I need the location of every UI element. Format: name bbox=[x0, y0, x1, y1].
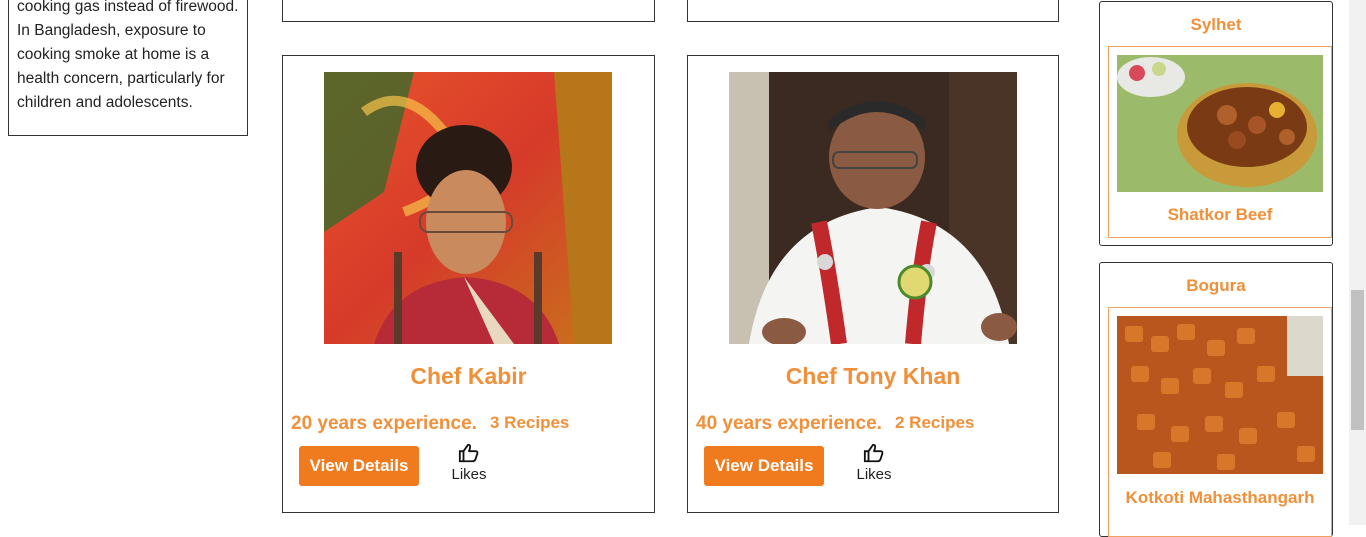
chef-experience: 40 years experience. bbox=[696, 413, 882, 434]
dish-name: Shatkor Beef bbox=[1167, 205, 1273, 224]
previous-card-stub bbox=[282, 0, 655, 22]
thumbs-up-icon[interactable] bbox=[863, 442, 885, 464]
scrollbar-thumb[interactable] bbox=[1351, 290, 1364, 430]
dish-photo bbox=[1117, 55, 1323, 192]
chef-name: Chef Kabir bbox=[410, 363, 527, 389]
chef-recipe-count: 2 Recipes bbox=[895, 413, 975, 432]
like-control[interactable]: Likes bbox=[854, 442, 894, 483]
view-details-button[interactable]: View Details bbox=[299, 446, 419, 486]
likes-label: Likes bbox=[856, 466, 892, 483]
intro-card: cooking gas instead of firewood. In Bang… bbox=[8, 0, 248, 136]
page-scrollbar[interactable] bbox=[1349, 0, 1366, 525]
dish-photo bbox=[1117, 316, 1323, 474]
dish-box[interactable]: Shatkor Beef bbox=[1108, 46, 1332, 238]
likes-label: Likes bbox=[451, 466, 487, 483]
region-card[interactable]: Bogura Kotkoti Mahasthangarh bbox=[1099, 262, 1333, 537]
region-card[interactable]: Sylhet Shatkor Beef bbox=[1099, 1, 1333, 246]
chef-recipe-count: 3 Recipes bbox=[490, 413, 570, 432]
chef-card: Chef Tony Khan 40 years experience. 2 Re… bbox=[687, 55, 1059, 513]
region-title: Sylhet bbox=[1190, 15, 1242, 34]
like-control[interactable]: Likes bbox=[449, 442, 489, 483]
dish-box[interactable]: Kotkoti Mahasthangarh bbox=[1108, 307, 1332, 537]
dish-name: Kotkoti Mahasthangarh bbox=[1125, 488, 1315, 507]
chef-photo bbox=[324, 72, 612, 344]
view-details-button[interactable]: View Details bbox=[704, 446, 824, 486]
chef-photo bbox=[729, 72, 1017, 344]
previous-card-stub bbox=[687, 0, 1059, 22]
chef-name: Chef Tony Khan bbox=[785, 363, 961, 389]
region-title: Bogura bbox=[1186, 276, 1246, 295]
chef-card: Chef Kabir 20 years experience. 3 Recipe… bbox=[282, 55, 655, 513]
chef-experience: 20 years experience. bbox=[291, 413, 477, 434]
thumbs-up-icon[interactable] bbox=[458, 442, 480, 464]
intro-text: cooking gas instead of firewood. In Bang… bbox=[17, 0, 239, 111]
